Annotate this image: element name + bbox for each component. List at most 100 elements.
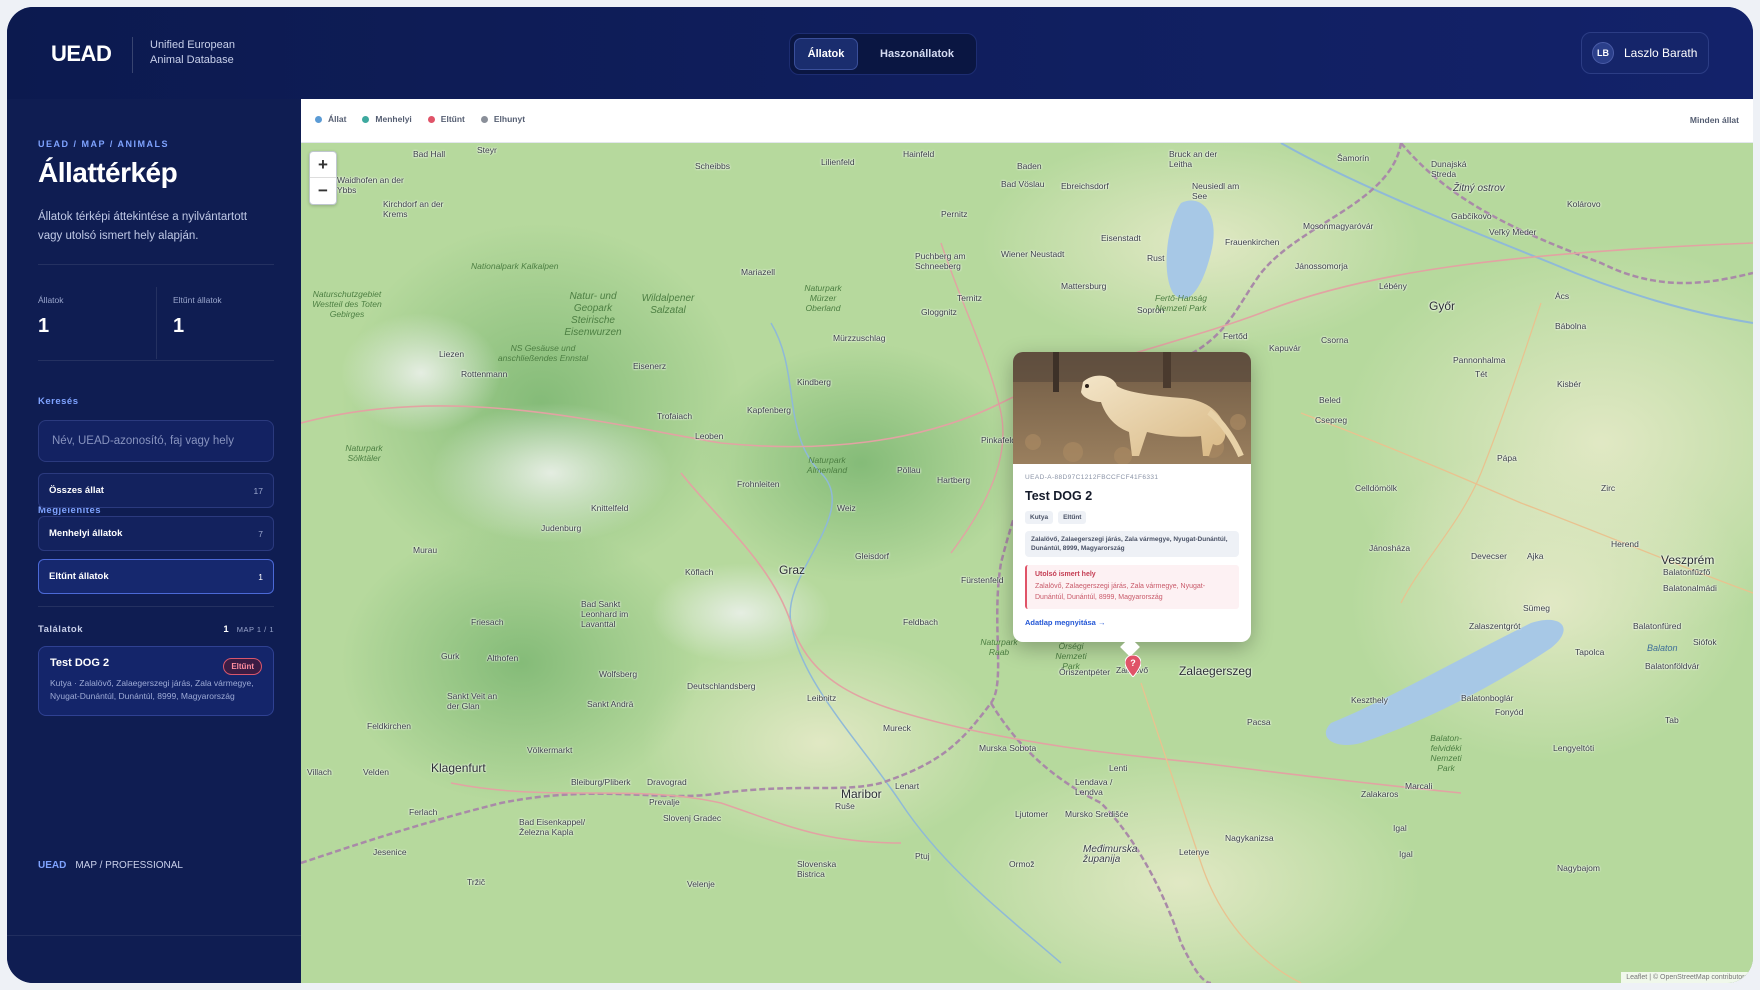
map-label: Bad Vöslau xyxy=(1001,179,1045,189)
zoom-in-button[interactable]: + xyxy=(310,152,336,178)
map-label: Jesenice xyxy=(373,847,407,857)
map-label: Mursko Središće xyxy=(1065,809,1129,819)
map-label-city: Győr xyxy=(1429,299,1456,313)
animal-id: UEAD-A-88D97C1212FBCCFCF41F6331 xyxy=(1025,474,1159,481)
tab-animals[interactable]: Állatok xyxy=(794,38,858,70)
map-label: Mürzzuschlag xyxy=(833,333,886,343)
map-label: Köflach xyxy=(685,567,714,577)
animal-popup: UEAD-A-88D97C1212FBCCFCF41F6331 Test DOG… xyxy=(1013,352,1251,642)
breadcrumb: UEAD / MAP / ANIMALS xyxy=(38,139,170,149)
map-label: Ljutomer xyxy=(1015,809,1049,819)
park-label: Naturpark Raab xyxy=(980,637,1018,657)
park-label: Natur- und Geopark Steirische Eisenwurze… xyxy=(564,291,622,338)
map-label: Lengyeltóti xyxy=(1553,743,1595,753)
filter-count: 1 xyxy=(258,571,263,582)
map-label: Lébény xyxy=(1379,281,1407,291)
map-attribution[interactable]: Leaflet | © OpenStreetMap contributors xyxy=(1621,972,1753,983)
map-label: Knittelfeld xyxy=(591,503,629,513)
map-label: Ternitz xyxy=(957,293,983,303)
map-label: Wiener Neustadt xyxy=(1001,249,1065,259)
logo-divider xyxy=(132,37,133,73)
map-label: Lenti xyxy=(1109,763,1128,773)
map-label: Pacsa xyxy=(1247,717,1271,727)
map-marker-icon[interactable]: ? xyxy=(1125,655,1141,677)
stat-label: Állatok xyxy=(38,295,64,305)
page-title: Állattérkép xyxy=(38,157,178,188)
top-bar: UEAD Unified European Animal Database Ál… xyxy=(7,7,1753,99)
filter-all-animals[interactable]: Összes állat 17 xyxy=(38,473,274,508)
divider xyxy=(38,360,274,361)
animal-tags: Kutya Eltűnt xyxy=(1025,511,1239,524)
map-label: Ruše xyxy=(835,801,855,811)
map-label: Hainfeld xyxy=(903,149,935,159)
map-label: Csorna xyxy=(1321,335,1349,345)
legend-item-animal: Állat xyxy=(315,114,346,124)
search-box[interactable] xyxy=(38,420,274,462)
map-label: Tapolca xyxy=(1575,647,1605,657)
park-label: Balaton-felvidéki Nemzeti Park xyxy=(1430,733,1462,773)
map-label: Gurk xyxy=(441,651,460,661)
page-description: Állatok térképi áttekintése a nyilvántar… xyxy=(38,211,248,242)
map-label: Gleisdorf xyxy=(855,551,890,561)
map-label: Lenart xyxy=(895,781,920,791)
map-label: Waidhofen an der Ybbs xyxy=(337,175,404,195)
tab-livestock[interactable]: Haszonállatok xyxy=(862,38,972,70)
stat-animals: Állatok 1 xyxy=(38,295,64,338)
map-label: Pöllau xyxy=(897,465,921,475)
map-label: Kapuvár xyxy=(1269,343,1301,353)
filter-count: 17 xyxy=(253,485,263,496)
map-label: Gloggnitz xyxy=(921,307,957,317)
map-label: Zalakaros xyxy=(1361,789,1399,799)
park-label: Naturschutzgebiet Westteil des Toten Geb… xyxy=(312,289,382,319)
map-label: Pinkafeld xyxy=(981,435,1016,445)
footer-divider xyxy=(7,935,301,936)
search-label: Keresés xyxy=(38,396,79,407)
app-logo[interactable]: UEAD xyxy=(51,41,112,67)
map-label: Rottenmann xyxy=(461,369,508,379)
last-seen-text: Zalalövő, Zalaegerszegi járás, Zala várm… xyxy=(1035,583,1206,601)
map-label: Ptuj xyxy=(915,851,930,861)
filter-missing-animals[interactable]: Eltűnt állatok 1 xyxy=(38,559,274,594)
legend-item-missing: Eltűnt xyxy=(427,114,465,124)
map-label: Steyr xyxy=(477,145,497,155)
map-label: Pannonhalma xyxy=(1453,355,1506,365)
map-label: Žitný ostrov xyxy=(1453,183,1505,194)
map-label: Liezen xyxy=(439,349,465,359)
map-label: Leoben xyxy=(695,431,724,441)
filter-label: Összes állat xyxy=(49,485,104,496)
map-label: Velden xyxy=(363,767,389,777)
open-profile-link[interactable]: Adatlap megnyitása → xyxy=(1025,618,1239,627)
map-label: Šamorín xyxy=(1337,153,1370,163)
legend-label: Állat xyxy=(328,114,347,124)
map-label: Kisbér xyxy=(1557,379,1582,389)
results-header: Találatok 1 MAP 1 / 1 xyxy=(38,624,274,635)
filter-all-link[interactable]: Minden állat xyxy=(1690,115,1739,125)
section-switch: Állatok Haszonállatok xyxy=(789,33,977,75)
map-label-city: Graz xyxy=(779,563,806,577)
park-label: Naturpark Mürzer Oberland xyxy=(804,283,842,313)
zoom-out-button[interactable]: − xyxy=(310,178,336,204)
map-label: Zalaszentgrót xyxy=(1469,621,1521,631)
map-label: Ebreichsdorf xyxy=(1061,181,1109,191)
map-label: Tab xyxy=(1665,715,1679,725)
user-menu[interactable]: LB Laszlo Barath xyxy=(1581,32,1709,74)
map-canvas[interactable]: + − Bad Hall Steyr Scheibbs Lilienfeld H… xyxy=(301,143,1753,983)
map-label: Eisenerz xyxy=(633,361,667,371)
park-label: NS Gesäuse und anschließendes Ennstal xyxy=(497,343,589,363)
map-label: Lilienfeld xyxy=(821,157,855,167)
map-label: Rust xyxy=(1147,253,1165,263)
dog-photo-icon xyxy=(1013,352,1251,464)
divider xyxy=(38,606,274,607)
map-label: Kolárovo xyxy=(1567,199,1601,209)
results-label: Találatok xyxy=(38,624,83,635)
filter-shelter-animals[interactable]: Menhelyi állatok 7 xyxy=(38,516,274,551)
map-label: Međimurska županija xyxy=(1083,844,1138,865)
results-meta: 1 MAP 1 / 1 xyxy=(223,624,274,635)
map-label: Deutschlandsberg xyxy=(687,681,756,691)
map-label: Nagybajom xyxy=(1557,863,1600,873)
result-card[interactable]: Test DOG 2 Eltűnt Kutya · Zalalövő, Zala… xyxy=(38,646,274,716)
map-label: Baden xyxy=(1017,161,1042,171)
search-input[interactable] xyxy=(52,435,252,447)
map-label: Ajka xyxy=(1527,551,1544,561)
app-frame: UEAD Unified European Animal Database Ál… xyxy=(7,7,1753,983)
